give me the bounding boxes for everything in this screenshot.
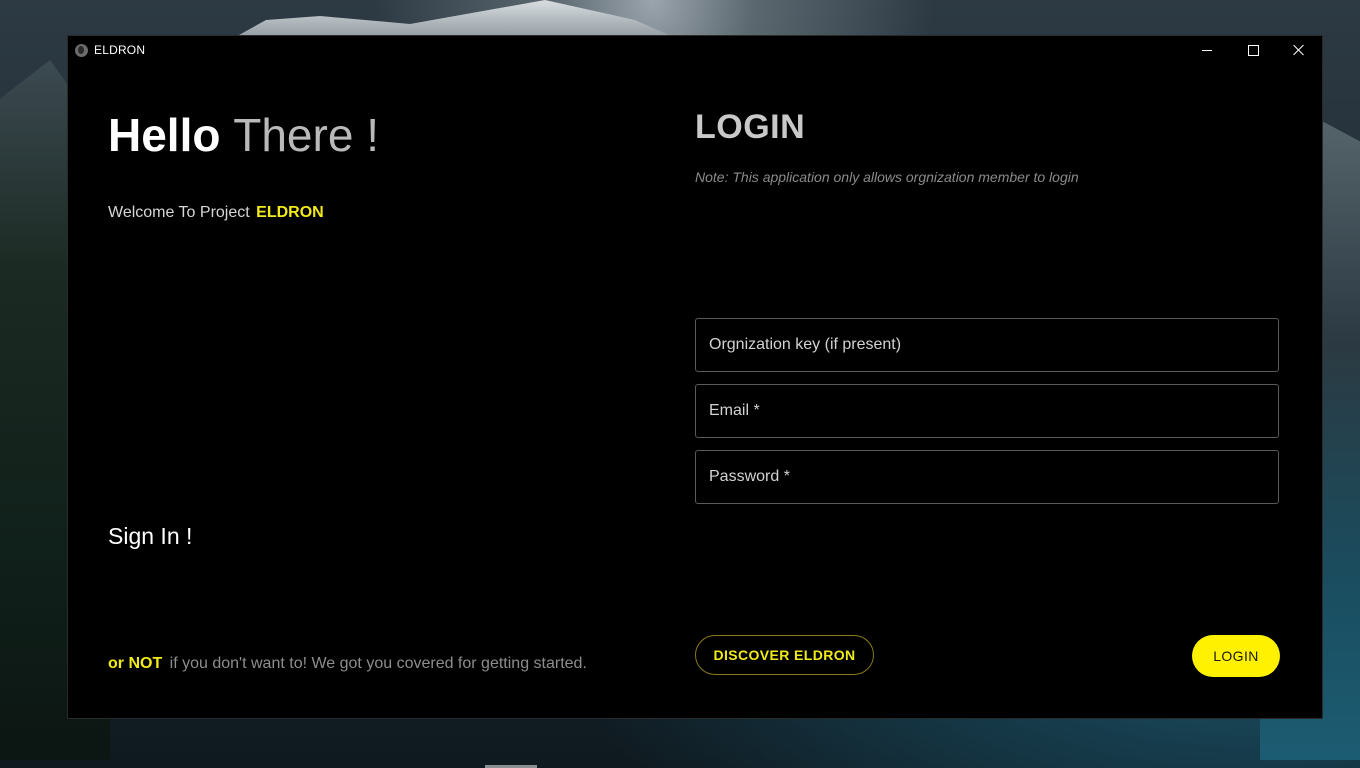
signin-heading: Sign In ! (108, 523, 193, 549)
close-button[interactable] (1276, 36, 1322, 64)
discover-eldron-button[interactable]: DISCOVER ELDRON (695, 635, 874, 675)
welcome-pane: Hello There ! Welcome To Project ELDRON … (108, 36, 668, 718)
or-not-link[interactable]: or NOT (108, 655, 162, 672)
wallpaper-peak (230, 0, 680, 40)
welcome-text: Welcome To Project (108, 204, 250, 221)
hello-light-text: There ! (233, 109, 379, 161)
close-icon (1293, 44, 1305, 56)
footer-text: if you don't want to! We got you covered… (169, 655, 587, 672)
login-pane: LOGIN Note: This application only allows… (695, 36, 1281, 718)
app-window: ELDRON Hello There ! Welcome To Project … (68, 36, 1322, 718)
hello-heading: Hello There ! (108, 108, 379, 162)
hello-bold-text: Hello (108, 109, 221, 161)
globe-icon (75, 43, 88, 57)
desktop-background: ELDRON Hello There ! Welcome To Project … (0, 0, 1360, 768)
org-key-field (695, 318, 1279, 372)
org-key-input[interactable] (696, 319, 1278, 371)
password-field (695, 450, 1279, 504)
password-input[interactable] (696, 451, 1278, 503)
welcome-line: Welcome To Project ELDRON (108, 204, 324, 222)
brand-name: ELDRON (256, 204, 324, 221)
email-field (695, 384, 1279, 438)
login-title: LOGIN (695, 108, 806, 146)
email-input[interactable] (696, 385, 1278, 437)
footer-note: or NOT if you don't want to! We got you … (108, 655, 587, 673)
login-button[interactable]: LOGIN (1192, 635, 1280, 677)
login-note: Note: This application only allows orgni… (695, 169, 1079, 185)
